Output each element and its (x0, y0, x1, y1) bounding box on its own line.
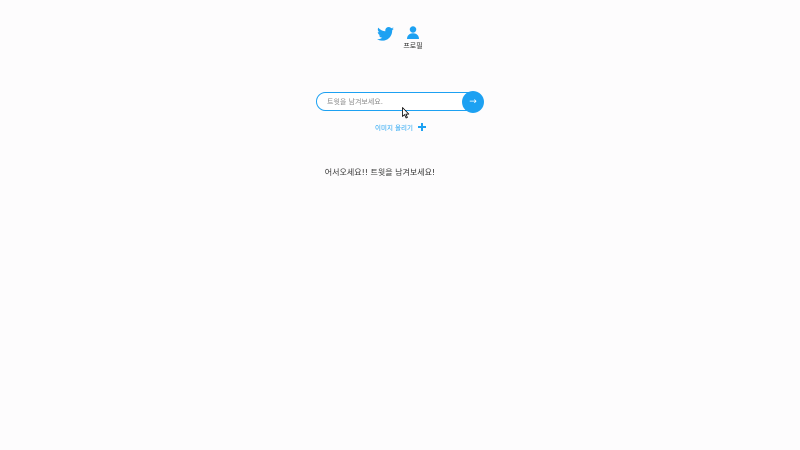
user-icon (407, 26, 419, 39)
tweet-input[interactable] (316, 92, 482, 111)
mouse-cursor-icon (402, 107, 410, 119)
tweet-submit-button[interactable]: → (462, 91, 484, 113)
attach-image-label: 이미지 올리기 (375, 124, 413, 132)
home-link[interactable] (377, 26, 394, 41)
top-navigation: 프로필 (0, 26, 800, 56)
welcome-message: 어서오세요!! 트윗을 남겨보세요! (324, 168, 436, 177)
profile-link[interactable]: 프로필 (398, 26, 428, 54)
page: 프로필 → 이미지 올리기 어서오세요!! 트윗을 남겨보세요! (0, 0, 800, 450)
attach-image-button[interactable]: 이미지 올리기 (375, 121, 426, 133)
plus-icon (417, 123, 426, 131)
twitter-bird-icon (377, 27, 394, 41)
profile-label: 프로필 (403, 42, 423, 50)
